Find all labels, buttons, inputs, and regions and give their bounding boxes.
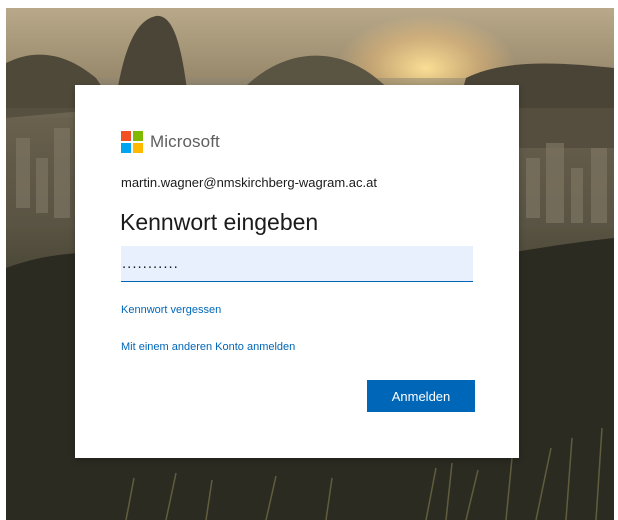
page-title: Kennwort eingeben <box>120 209 319 235</box>
logo-square-red <box>121 131 131 141</box>
microsoft-logo-icon <box>121 131 143 153</box>
signin-card: Microsoft martin.wagner@nmskirchberg-wag… <box>75 85 519 458</box>
password-field[interactable] <box>121 246 473 282</box>
brand: Microsoft <box>121 130 220 154</box>
logo-square-yellow <box>133 143 143 153</box>
logo-square-green <box>133 131 143 141</box>
account-identity: martin.wagner@nmskirchberg-wagram.ac.at <box>121 175 377 190</box>
login-page: Microsoft martin.wagner@nmskirchberg-wag… <box>0 0 618 520</box>
signin-button[interactable]: Anmelden <box>367 380 475 412</box>
brand-name: Microsoft <box>150 132 220 151</box>
forgot-password-link[interactable]: Kennwort vergessen <box>121 304 221 316</box>
other-account-link[interactable]: Mit einem anderen Konto anmelden <box>121 341 295 353</box>
logo-square-blue <box>121 143 131 153</box>
